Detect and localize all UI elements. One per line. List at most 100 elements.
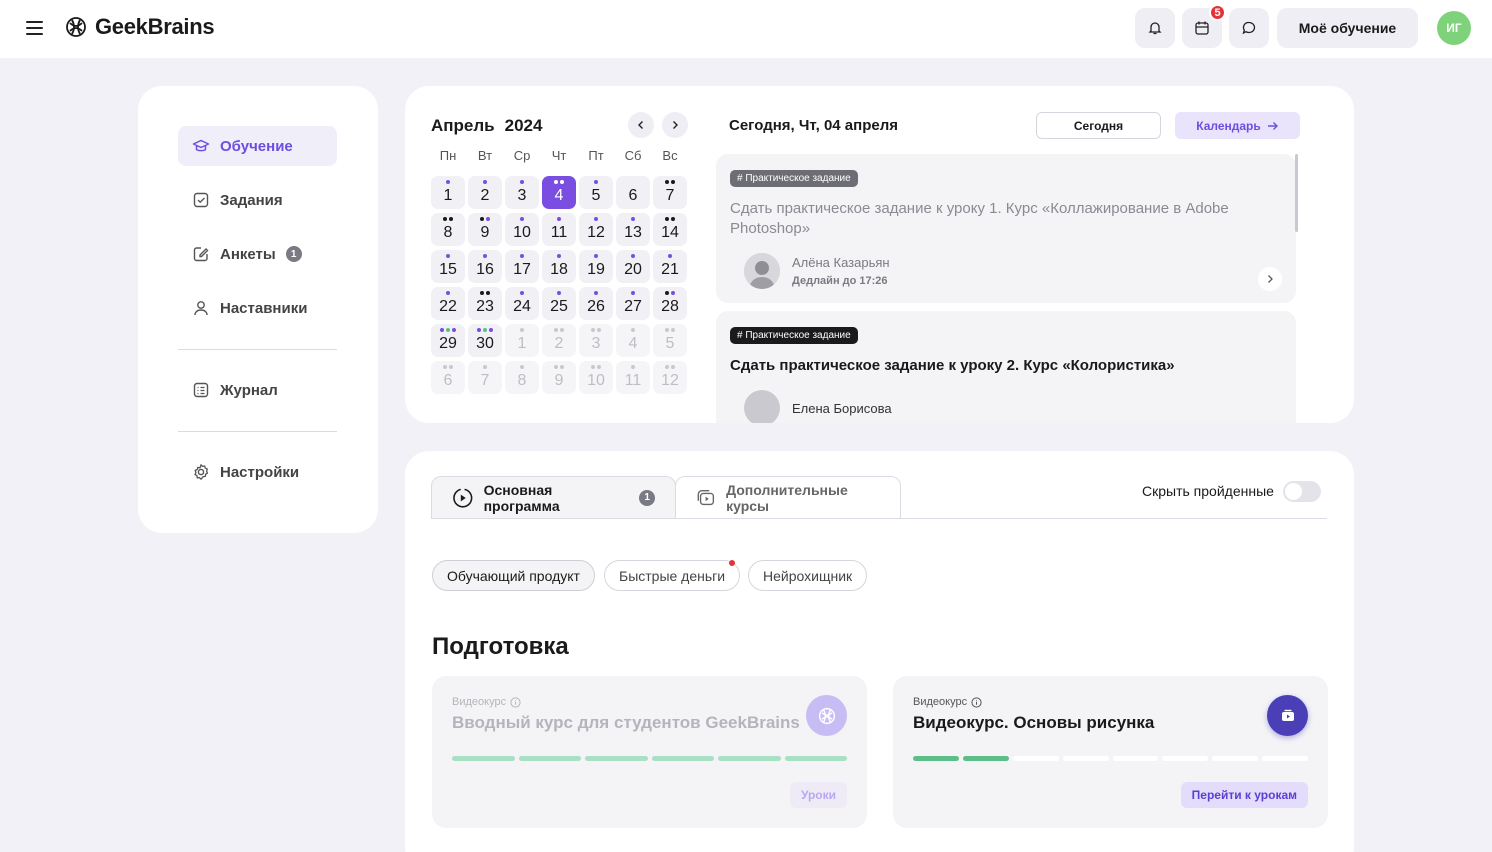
sidebar-item-settings[interactable]: Настройки: [178, 452, 337, 492]
info-icon[interactable]: [510, 696, 521, 708]
calendar-day-number: 10: [513, 224, 531, 241]
next-month-button[interactable]: [662, 112, 688, 138]
today-button[interactable]: Сегодня: [1036, 112, 1161, 139]
weekday-label: Ср: [513, 148, 531, 163]
calendar-day[interactable]: 12: [653, 361, 687, 394]
calendar-day[interactable]: 2: [468, 176, 502, 209]
calendar-day-number: 23: [476, 298, 494, 315]
calendar-day[interactable]: 9: [468, 213, 502, 246]
calendar-day[interactable]: 6: [431, 361, 465, 394]
sidebar-item-tasks[interactable]: Задания: [178, 180, 337, 220]
calendar-day[interactable]: 3: [505, 176, 539, 209]
top-header: GeekBrains 5 Моё обучение ИГ: [0, 0, 1492, 58]
logo[interactable]: GeekBrains: [65, 14, 215, 40]
calendar-day-number: 15: [439, 261, 457, 278]
calendar-day-number: 11: [624, 372, 642, 389]
calendar-day[interactable]: 10: [579, 361, 613, 394]
hide-completed-toggle[interactable]: [1283, 481, 1321, 502]
course-kind-label: Видеокурс: [452, 696, 507, 708]
go-to-lessons-button[interactable]: Перейти к урокам: [1180, 782, 1308, 808]
calendar-day[interactable]: 21: [653, 250, 687, 283]
calendar-day[interactable]: 30: [468, 324, 502, 357]
surveys-count-badge: 1: [285, 246, 302, 262]
calendar-day[interactable]: 2: [542, 324, 576, 357]
calendar-day[interactable]: 23: [468, 287, 502, 320]
lessons-button[interactable]: Уроки: [789, 782, 847, 808]
task-card[interactable]: # Практическое задание Сдать практическо…: [716, 311, 1296, 423]
calendar-day-number: 9: [554, 372, 564, 389]
calendar-day[interactable]: 24: [505, 287, 539, 320]
course-kind: Видеокурс: [452, 696, 847, 708]
my-learning-button[interactable]: Моё обучение: [1277, 8, 1418, 48]
calendar-link-label: Календарь: [1196, 118, 1261, 133]
calendar-day[interactable]: 20: [616, 250, 650, 283]
calendar-day[interactable]: 14: [653, 213, 687, 246]
event-dots: [505, 254, 539, 258]
info-icon[interactable]: [971, 696, 982, 708]
weekday-label: Пн: [439, 148, 457, 163]
calendar-day[interactable]: 11: [542, 213, 576, 246]
calendar-day[interactable]: 29: [431, 324, 465, 357]
sidebar-item-mentors[interactable]: Наставники: [178, 288, 337, 328]
calendar-day-number: 8: [443, 224, 453, 241]
calendar-day[interactable]: 8: [431, 213, 465, 246]
calendar-day[interactable]: 4: [616, 324, 650, 357]
calendar-day[interactable]: 15: [431, 250, 465, 283]
calendar-day[interactable]: 28: [653, 287, 687, 320]
avatar[interactable]: ИГ: [1437, 11, 1471, 45]
calendar-day[interactable]: 18: [542, 250, 576, 283]
author-avatar: [744, 253, 780, 289]
calendar-day[interactable]: 8: [505, 361, 539, 394]
calendar-day[interactable]: 7: [468, 361, 502, 394]
calendar-day-number: 6: [443, 372, 453, 389]
notifications-button[interactable]: [1135, 8, 1175, 48]
calendar-day[interactable]: 16: [468, 250, 502, 283]
course-card[interactable]: Видеокурс Видеокурс. Основы рисунка Пере…: [893, 676, 1328, 828]
event-dots: [616, 365, 650, 369]
calendar-day[interactable]: 27: [616, 287, 650, 320]
calendar-day[interactable]: 4: [542, 176, 576, 209]
calendar-day[interactable]: 26: [579, 287, 613, 320]
sidebar-item-learning[interactable]: Обучение: [178, 126, 337, 166]
messages-button[interactable]: [1229, 8, 1269, 48]
chip-learning-product[interactable]: Обучающий продукт: [432, 560, 595, 591]
calendar-day[interactable]: 17: [505, 250, 539, 283]
menu-icon[interactable]: [26, 21, 43, 35]
weekday-label: Вт: [477, 148, 493, 163]
sidebar-item-surveys[interactable]: Анкеты 1: [178, 234, 337, 274]
calendar-day[interactable]: 7: [653, 176, 687, 209]
tab-label: Основная программа: [483, 481, 560, 514]
calendar-day-number: 1: [443, 187, 453, 204]
calendar-day-number: 7: [480, 372, 490, 389]
calendar-day[interactable]: 1: [505, 324, 539, 357]
task-card[interactable]: # Практическое задание Сдать практическо…: [716, 154, 1296, 303]
sidebar-item-journal[interactable]: Журнал: [178, 370, 337, 410]
calendar-day[interactable]: 5: [579, 176, 613, 209]
calendar-day[interactable]: 6: [616, 176, 650, 209]
calendar-day[interactable]: 10: [505, 213, 539, 246]
agenda-scrollbar[interactable]: [1295, 154, 1298, 232]
calendar-day[interactable]: 11: [616, 361, 650, 394]
calendar-day[interactable]: 25: [542, 287, 576, 320]
section-title: Подготовка: [432, 633, 569, 660]
tab-main-program[interactable]: Основная программа 1: [431, 476, 676, 518]
calendar-day[interactable]: 22: [431, 287, 465, 320]
chip-neuro-hunter[interactable]: Нейрохищник: [748, 560, 868, 591]
calendar-day[interactable]: 12: [579, 213, 613, 246]
calendar-day[interactable]: 19: [579, 250, 613, 283]
calendar-day[interactable]: 13: [616, 213, 650, 246]
course-card[interactable]: Видеокурс Вводный курс для студентов Gee…: [432, 676, 867, 828]
prev-month-button[interactable]: [628, 112, 654, 138]
task-open-button[interactable]: [1258, 267, 1282, 291]
sidebar: Обучение Задания Анкеты 1 Наставники Жур…: [138, 86, 378, 533]
calendar-day-number: 26: [587, 298, 605, 315]
weekday-label: Сб: [624, 148, 642, 163]
chip-fast-money[interactable]: Быстрые деньги: [604, 560, 741, 591]
calendar-day[interactable]: 9: [542, 361, 576, 394]
calendar-link-button[interactable]: Календарь: [1175, 112, 1300, 139]
tab-additional-courses[interactable]: Дополнительные курсы: [675, 476, 901, 518]
calendar-day[interactable]: 5: [653, 324, 687, 357]
calendar-button[interactable]: 5: [1182, 4, 1226, 48]
calendar-day[interactable]: 1: [431, 176, 465, 209]
calendar-day[interactable]: 3: [579, 324, 613, 357]
